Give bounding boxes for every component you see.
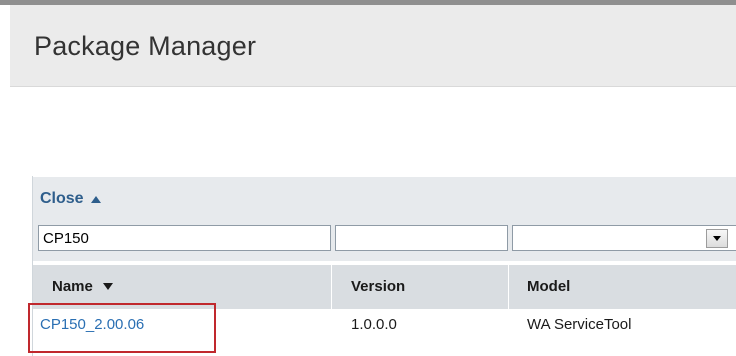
column-header-model-label: Model: [527, 278, 571, 295]
page-title: Package Manager: [34, 31, 257, 61]
column-header-model[interactable]: Model: [527, 278, 570, 295]
page-header: Package Manager: [10, 5, 736, 87]
close-filter-toggle[interactable]: Close: [40, 190, 101, 208]
model-filter-select[interactable]: [512, 225, 736, 251]
name-filter-input[interactable]: [38, 225, 331, 251]
dropdown-arrow-icon: [713, 236, 721, 241]
column-header-version[interactable]: Version: [351, 278, 405, 295]
model-dropdown-button[interactable]: [706, 229, 728, 248]
column-header-name[interactable]: Name: [52, 278, 113, 295]
column-header-name-label: Name: [52, 278, 93, 295]
package-version-cell: 1.0.0.0: [351, 316, 397, 333]
left-edge: [0, 5, 10, 356]
version-filter-input[interactable]: [335, 225, 508, 251]
filter-toggle-bar: [33, 177, 736, 221]
triangle-up-icon: [90, 196, 101, 203]
close-label: Close: [40, 190, 84, 207]
package-model-cell: WA ServiceTool: [527, 316, 632, 333]
highlight-annotation-box: [28, 303, 216, 353]
sort-descending-icon: [102, 283, 113, 290]
column-header-version-label: Version: [351, 278, 406, 295]
